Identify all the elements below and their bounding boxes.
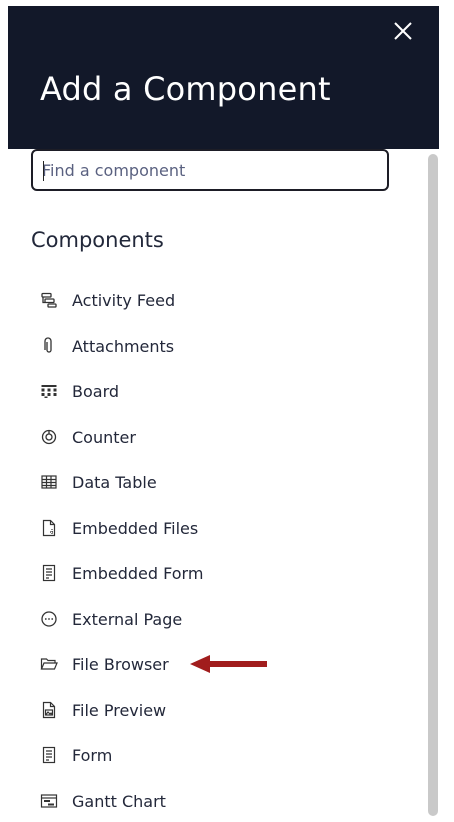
file-icon [40, 519, 58, 537]
folder-open-icon [40, 655, 58, 673]
component-label: Embedded Form [72, 563, 204, 583]
board-icon [40, 382, 58, 400]
text-caret [43, 161, 44, 181]
component-item-file-preview[interactable]: File Preview [40, 693, 370, 727]
close-button[interactable] [388, 16, 418, 46]
component-label: Activity Feed [72, 290, 176, 310]
component-item-attachments[interactable]: Attachments [40, 329, 370, 363]
component-label: Data Table [72, 472, 157, 492]
activity-feed-icon [40, 291, 58, 309]
form-icon [40, 746, 58, 764]
paperclip-icon [40, 337, 58, 355]
component-label: Embedded Files [72, 518, 199, 538]
component-item-data-table[interactable]: Data Table [40, 465, 370, 499]
component-label: Counter [72, 427, 136, 447]
component-item-embedded-files[interactable]: Embedded Files [40, 511, 370, 545]
component-item-counter[interactable]: Counter [40, 420, 370, 454]
counter-icon [40, 428, 58, 446]
left-arrow-annotation [190, 655, 267, 673]
component-label: Form [72, 745, 113, 765]
component-label: File Browser [72, 654, 169, 674]
close-icon [394, 22, 412, 40]
component-label: File Preview [72, 700, 167, 720]
component-label: External Page [72, 609, 183, 629]
external-page-icon [40, 610, 58, 628]
component-item-activity-feed[interactable]: Activity Feed [40, 283, 370, 317]
component-label: Board [72, 381, 120, 401]
component-item-form[interactable]: Form [40, 738, 370, 772]
panel-header: Add a Component [8, 6, 439, 149]
file-preview-icon [40, 701, 58, 719]
scrollbar[interactable] [427, 154, 439, 816]
component-item-board[interactable]: Board [40, 374, 370, 408]
components-heading: Components [31, 228, 164, 252]
search-field[interactable] [31, 149, 389, 191]
form-icon [40, 564, 58, 582]
component-label: Gantt Chart [72, 791, 166, 811]
add-component-panel: Add a Component Components Activity Feed [8, 6, 439, 816]
component-item-embedded-form[interactable]: Embedded Form [40, 556, 370, 590]
search-input[interactable] [33, 151, 387, 189]
component-item-external-page[interactable]: External Page [40, 602, 370, 636]
component-label: Attachments [72, 336, 175, 356]
gantt-chart-icon [40, 792, 58, 810]
panel-title: Add a Component [40, 70, 331, 108]
component-item-gantt-chart[interactable]: Gantt Chart [40, 784, 370, 816]
scrollbar-thumb[interactable] [428, 154, 438, 816]
table-icon [40, 473, 58, 491]
